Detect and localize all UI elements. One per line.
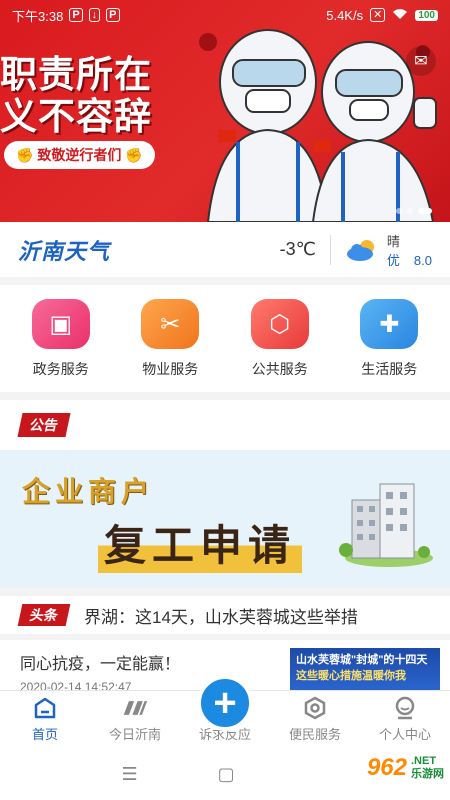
tools-icon: ✂ — [141, 299, 200, 349]
service-label: 生活服务 — [361, 361, 418, 377]
service-government[interactable]: ▣ 政务服务 — [11, 299, 111, 392]
home-icon — [32, 696, 58, 720]
menu-icon[interactable]: ☰ — [122, 764, 138, 785]
banner-tag: ✊ 致敬逆行者们 ✊ — [4, 141, 155, 169]
thumb-line2: 这些暖心措施温暖你我 — [296, 670, 406, 682]
notice-line1: 企业商户 — [22, 476, 155, 507]
plus-icon: + — [213, 681, 237, 725]
watermark-logo: 962 — [366, 754, 407, 781]
carousel-dot-active — [418, 208, 432, 214]
box-icon: ⬡ — [250, 299, 309, 349]
tab-label: 个人中心 — [378, 727, 431, 742]
tab-profile[interactable]: 个人中心 — [360, 691, 450, 748]
service-public[interactable]: ⬡ 公共服务 — [230, 299, 330, 392]
home-square-icon[interactable]: ▢ — [218, 764, 235, 785]
service-label: 政务服务 — [32, 361, 89, 377]
tab-label: 今日沂南 — [108, 727, 161, 742]
notice-tag: 公告 — [17, 413, 71, 437]
parking-notification-icon: P — [69, 8, 83, 22]
weather-title: 沂南天气 — [18, 238, 111, 264]
phone-briefcase-icon: ▣ — [31, 299, 90, 349]
tab-home[interactable]: 首页 — [0, 691, 90, 748]
parking-notification-icon-2: P — [106, 8, 120, 22]
tab-label: 便民服务 — [288, 727, 341, 742]
headline-bar[interactable]: 头条 界湖：这14天，山水芙蓉城这些举措 — [0, 596, 450, 634]
notice-section: 公告 企业商户 复工申请 — [0, 400, 450, 588]
buildings-illustration — [339, 483, 433, 567]
medical-workers-illustration — [199, 29, 437, 222]
carousel-dot — [396, 208, 402, 214]
notice-banner[interactable]: 企业商户 复工申请 — [0, 450, 450, 588]
watermark: 962 .NET 乐游网 — [367, 754, 444, 782]
thumb-line1: 山水芙蓉城"封城"的十四天 — [296, 654, 428, 666]
service-label: 公共服务 — [251, 361, 308, 377]
today-logo-icon — [122, 696, 148, 720]
appeal-plus-button[interactable]: + — [197, 675, 253, 731]
banner-title-line2: 义不容辞 — [0, 96, 152, 137]
news-time: 2020-02-14 14:52:47 — [20, 680, 132, 690]
medical-kit-icon: ✚ — [360, 299, 419, 349]
watermark-sub2: 乐游网 — [411, 768, 444, 780]
watermark-sub1: .NET — [411, 755, 437, 767]
service-property[interactable]: ✂ 物业服务 — [120, 299, 220, 392]
news-thumbnail: 山水芙蓉城"封城"的十四天 这些暖心措施温暖你我 — [290, 648, 440, 690]
headline-text: 界湖：这14天，山水芙蓉城这些举措 — [84, 607, 358, 627]
hexagon-icon — [302, 696, 328, 720]
tab-today-yinan[interactable]: 今日沂南 — [90, 691, 180, 748]
carousel-indicator — [396, 208, 432, 214]
weather-card[interactable]: 沂南天气 -3℃ 晴 优 8.0 — [0, 222, 450, 277]
weather-condition: 晴 — [386, 233, 400, 249]
service-life[interactable]: ✚ 生活服务 — [339, 299, 439, 392]
download-notification-icon: ↓ — [88, 8, 101, 22]
service-label: 物业服务 — [142, 361, 199, 377]
headline-tag: 头条 — [17, 604, 71, 626]
weather-temperature: -3℃ — [279, 239, 316, 259]
hero-banner[interactable]: 下午3:38 P ↓ P 5.4K/s ✕ 100 职责所在 义不容辞 ✊ 致敬… — [0, 0, 450, 222]
news-title: 同心抗疫，一定能赢！ — [20, 656, 181, 673]
user-icon — [392, 696, 418, 720]
service-grid: ▣ 政务服务 ✂ 物业服务 ⬡ 公共服务 ✚ 生活服务 — [0, 285, 450, 392]
tab-label: 首页 — [31, 727, 58, 742]
divider — [329, 234, 331, 265]
cloud-sun-icon — [346, 239, 374, 261]
status-time: 下午3:38 — [12, 8, 64, 24]
notice-line2: 复工申请 — [98, 512, 303, 573]
aqi-label: 优 — [386, 252, 400, 268]
aqi-value: 8.0 — [413, 252, 432, 268]
mail-icon[interactable]: ✉ — [406, 46, 436, 76]
carousel-dot — [407, 208, 413, 214]
tab-convenience[interactable]: 便民服务 — [270, 691, 360, 748]
